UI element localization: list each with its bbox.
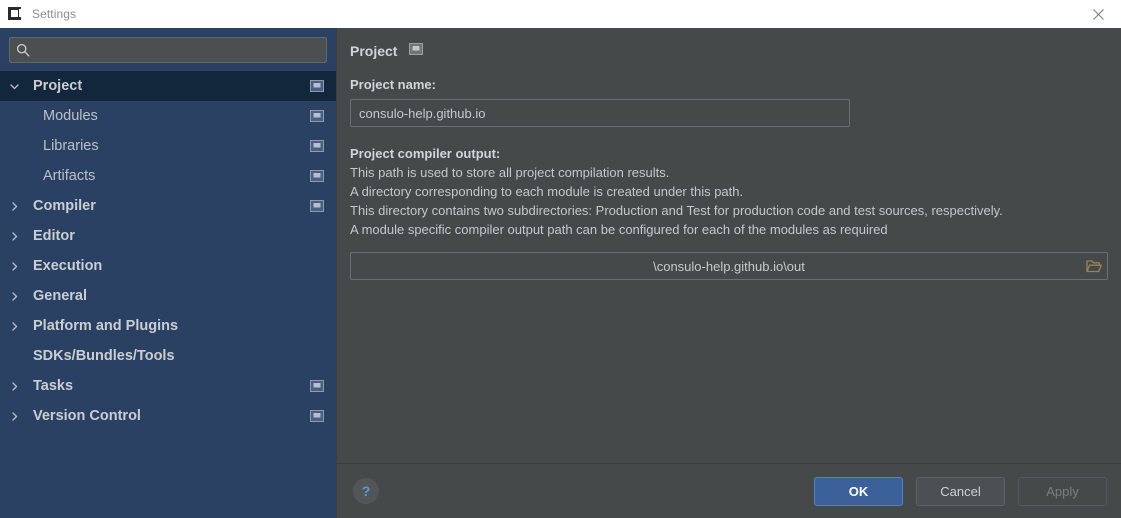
description-line: A directory corresponding to each module…: [350, 184, 744, 199]
settings-tree: Project Modules Libraries Artifacts Compiler…: [0, 71, 336, 518]
sidebar-item-editor[interactable]: Editor: [0, 221, 336, 251]
chevron-right-icon[interactable]: [4, 201, 24, 212]
sidebar-item-label: Tasks: [33, 378, 74, 394]
sidebar-item-label: SDKs/Bundles/Tools: [33, 348, 175, 364]
sidebar-item-artifacts[interactable]: Artifacts: [0, 161, 336, 191]
chevron-right-icon[interactable]: [4, 291, 24, 302]
output-path-field[interactable]: \consulo-help.github.io\out: [350, 252, 1108, 280]
folder-open-icon[interactable]: [1081, 259, 1107, 273]
search-icon: [16, 43, 30, 57]
project-settings-content: Project Project name: Project compiler o…: [337, 28, 1121, 463]
chevron-down-icon[interactable]: [4, 81, 24, 92]
search-input[interactable]: [36, 43, 320, 57]
page-title: Project: [350, 43, 398, 59]
output-path-value: \consulo-help.github.io\out: [653, 258, 805, 274]
project-scope-icon: [310, 410, 324, 422]
settings-main-panel: Project Project name: Project compiler o…: [337, 28, 1121, 518]
search-area: [0, 28, 336, 71]
project-scope-icon: [310, 380, 324, 392]
sidebar-item-label: Editor: [33, 228, 75, 244]
description-line: This path is used to store all project c…: [350, 165, 670, 180]
sidebar-item-sdks-bundles-tools[interactable]: SDKs/Bundles/Tools: [0, 341, 336, 371]
chevron-right-icon[interactable]: [4, 411, 24, 422]
sidebar-item-platform-and-plugins[interactable]: Platform and Plugins: [0, 311, 336, 341]
project-scope-icon: [310, 80, 324, 92]
chevron-right-icon[interactable]: [4, 231, 24, 242]
description-line: This directory contains two subdirectori…: [350, 203, 1003, 218]
window-title: Settings: [32, 7, 77, 21]
sidebar-item-label: Project: [33, 78, 83, 94]
cancel-button[interactable]: Cancel: [916, 476, 1005, 506]
project-scope-icon: [310, 110, 324, 122]
compiler-output-title: Project compiler output:: [350, 146, 501, 161]
project-name-input[interactable]: [350, 99, 850, 127]
chevron-right-icon[interactable]: [4, 381, 24, 392]
chevron-right-icon[interactable]: [4, 261, 24, 272]
help-icon[interactable]: ?: [353, 478, 379, 504]
sidebar-item-modules[interactable]: Modules: [0, 101, 336, 131]
dialog-footer: ? OK Cancel Apply: [337, 463, 1121, 518]
sidebar-item-project[interactable]: Project: [0, 71, 336, 101]
settings-sidebar: Project Modules Libraries Artifacts Compiler…: [0, 28, 337, 518]
sidebar-item-label: Compiler: [33, 198, 96, 214]
sidebar-item-compiler[interactable]: Compiler: [0, 191, 336, 221]
apply-button[interactable]: Apply: [1018, 476, 1107, 506]
ok-button[interactable]: OK: [814, 476, 903, 506]
sidebar-item-label: Artifacts: [43, 168, 96, 184]
sidebar-item-execution[interactable]: Execution: [0, 251, 336, 281]
sidebar-item-general[interactable]: General: [0, 281, 336, 311]
close-icon[interactable]: [1075, 0, 1121, 28]
project-scope-icon: [310, 200, 324, 212]
sidebar-item-libraries[interactable]: Libraries: [0, 131, 336, 161]
sidebar-item-label: Libraries: [43, 138, 99, 154]
search-box[interactable]: [9, 37, 327, 63]
project-scope-icon: [409, 42, 424, 60]
project-name-label: Project name:: [350, 77, 436, 92]
panel-header: Project: [350, 42, 1108, 60]
sidebar-item-label: Platform and Plugins: [33, 318, 179, 334]
description-line: A module specific compiler output path c…: [350, 222, 888, 237]
sidebar-item-label: Execution: [33, 258, 103, 274]
sidebar-item-version-control[interactable]: Version Control: [0, 401, 336, 431]
sidebar-item-tasks[interactable]: Tasks: [0, 371, 336, 401]
sidebar-item-label: Version Control: [33, 408, 141, 424]
compiler-output-description: This path is used to store all project c…: [350, 163, 1108, 239]
chevron-right-icon[interactable]: [4, 321, 24, 332]
sidebar-item-label: Modules: [43, 108, 98, 124]
consulo-logo-icon: [7, 6, 23, 22]
project-scope-icon: [310, 140, 324, 152]
sidebar-item-label: General: [33, 288, 87, 304]
project-scope-icon: [310, 170, 324, 182]
title-bar: Settings: [0, 0, 1121, 28]
window-body: Project Modules Libraries Artifacts Compiler…: [0, 28, 1121, 518]
settings-window: Settings Project Modules Libraries Artif…: [0, 0, 1121, 518]
